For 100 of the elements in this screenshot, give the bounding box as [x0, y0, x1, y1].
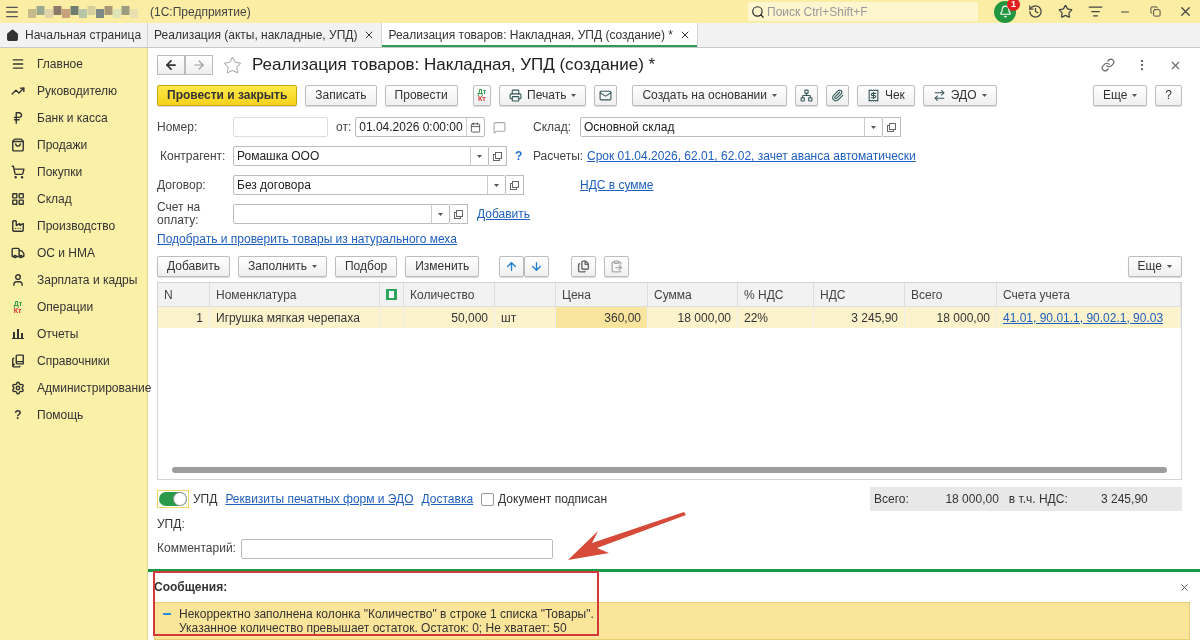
sidebar-item[interactable]: Склад: [0, 185, 147, 212]
form-link[interactable]: Реквизиты печатных форм и ЭДО: [225, 492, 414, 507]
calendar-icon: [470, 121, 482, 133]
open-button[interactable]: [489, 146, 507, 167]
icon-button[interactable]: [794, 84, 818, 106]
notification-count: 1: [1007, 0, 1020, 11]
grid-icon: [11, 191, 25, 206]
copy-icon: [577, 259, 591, 273]
column-header[interactable]: % НДС: [738, 283, 814, 307]
sidebar-item[interactable]: ОС и НМА: [0, 239, 147, 266]
sidebar-item[interactable]: Главное: [0, 50, 147, 77]
upd-switch[interactable]: [157, 490, 189, 509]
close-icon[interactable]: [1179, 581, 1190, 593]
printer-icon: [509, 88, 523, 102]
copy-button[interactable]: [571, 255, 597, 277]
open-button[interactable]: [450, 204, 468, 225]
toolbar-button[interactable]: Печать: [499, 84, 587, 106]
open-icon: [454, 209, 463, 219]
field-label: Договор:: [157, 178, 207, 192]
column-header[interactable]: Всего: [905, 283, 997, 307]
column-header[interactable]: Цена: [556, 283, 648, 307]
table-button[interactable]: Добавить: [157, 255, 231, 277]
tab[interactable]: Начальная страница: [0, 23, 149, 47]
toolbar-button[interactable]: Создать на основании: [632, 84, 787, 106]
signed-checkbox[interactable]: [481, 492, 495, 506]
number-field[interactable]: [233, 117, 328, 138]
scrollbar[interactable]: [172, 466, 1167, 473]
field-label: Комментарий:: [157, 542, 237, 556]
question-icon: ?: [14, 408, 22, 421]
caret-icon: [771, 93, 777, 97]
sidebar-item[interactable]: Производство: [0, 212, 147, 239]
receipt-icon: [866, 88, 880, 102]
toolbar-button[interactable]: Еще: [1092, 84, 1148, 106]
vat-link[interactable]: НДС в сумме: [580, 178, 654, 193]
help-link[interactable]: ?: [515, 149, 523, 164]
total-value: 18 000,00: [944, 492, 999, 507]
open-button[interactable]: [883, 117, 901, 138]
column-header[interactable]: НДС: [814, 283, 905, 307]
books-icon: [11, 353, 25, 368]
switch-label: УПД: [193, 492, 218, 507]
open-icon: [510, 180, 519, 190]
form-title: Реализация товаров: Накладная, УПД (создание) *: [252, 55, 656, 76]
caret-icon: [571, 93, 577, 97]
truck-icon: [11, 245, 25, 260]
history-icon[interactable]: [1027, 4, 1043, 19]
table-button[interactable]: Подбор: [334, 255, 398, 277]
table-menu-button[interactable]: Заполнить: [238, 255, 327, 277]
open-button[interactable]: [506, 175, 524, 196]
message-text: Указанное количество превышает остаток. Остаток: 0; Не хватает: 50: [179, 621, 568, 635]
sidebar-item[interactable]: Отчеты: [0, 320, 147, 347]
toolbar-button[interactable]: Провести и закрыть: [157, 84, 298, 106]
contract-field[interactable]: Без договора: [233, 175, 506, 196]
options-icon[interactable]: [1087, 4, 1103, 19]
toolbar-button[interactable]: Записать: [305, 84, 377, 106]
sidebar-item[interactable]: Покупки: [0, 158, 147, 185]
sidebar-item[interactable]: ? Помощь: [0, 401, 147, 428]
comment-field[interactable]: [241, 538, 553, 559]
column-header[interactable]: N: [158, 283, 210, 307]
total-label: Всего:: [874, 492, 909, 507]
back-button[interactable]: [157, 55, 185, 76]
add-link[interactable]: Добавить: [477, 207, 531, 222]
warehouse-field[interactable]: Основной склад: [580, 117, 883, 138]
sidebar-item[interactable]: Продажи: [0, 131, 147, 158]
more-button[interactable]: Еще: [1127, 255, 1182, 277]
vat-value: 3 245,90: [1100, 492, 1148, 507]
sidebar-item[interactable]: Банк и касса: [0, 104, 147, 131]
form-link[interactable]: Доставка: [421, 492, 474, 507]
icon-button[interactable]: [825, 84, 849, 106]
column-header[interactable]: Сумма: [648, 283, 738, 307]
bell-icon: [998, 5, 1012, 18]
move-down-button[interactable]: [524, 255, 550, 277]
invoice-field[interactable]: [233, 204, 450, 225]
sidebar-item[interactable]: Зарплата и кадры: [0, 266, 147, 293]
column-header[interactable]: Номенклатура: [210, 283, 380, 307]
icon-button[interactable]: [594, 84, 618, 106]
caret-icon: [477, 154, 482, 158]
column-header[interactable]: Счета учета: [997, 283, 1181, 307]
fur-link[interactable]: Подобрать и проверить товары из натурального меха: [157, 231, 457, 246]
sidebar-item[interactable]: Справочники: [0, 347, 147, 374]
caret-icon: [1167, 264, 1172, 268]
field-label: Расчеты:: [533, 149, 585, 163]
toolbar-button[interactable]: ЭДО: [922, 84, 997, 106]
favorites-icon[interactable]: [1057, 4, 1073, 19]
toolbar-button[interactable]: Провести: [384, 84, 458, 106]
table-button[interactable]: Изменить: [405, 255, 480, 277]
table-cell: шт: [495, 307, 556, 328]
sidebar-item[interactable]: Руководителю: [0, 77, 147, 104]
settlements-link[interactable]: Срок 01.04.2026, 62.01, 62.02, зачет аванса автоматически: [587, 149, 916, 164]
toolbar-button[interactable]: Чек: [856, 84, 915, 106]
restore-icon[interactable]: [1149, 6, 1161, 17]
column-header[interactable]: [380, 283, 404, 307]
accounts-link[interactable]: 41.01, 90.01.1, 90.02.1, 90.03: [1003, 310, 1164, 325]
move-up-button[interactable]: [499, 255, 525, 277]
link-icon[interactable]: [1101, 58, 1115, 73]
tab[interactable]: Реализация товаров: Накладная, УПД (создание) *: [382, 23, 699, 47]
table-cell: 1: [158, 307, 210, 328]
column-header[interactable]: Количество: [404, 283, 495, 307]
counterparty-field[interactable]: Ромашка ООО: [233, 146, 489, 167]
toolbar-button[interactable]: ?: [1155, 84, 1182, 106]
date-field[interactable]: 01.04.2026 0:00:00: [355, 117, 486, 138]
